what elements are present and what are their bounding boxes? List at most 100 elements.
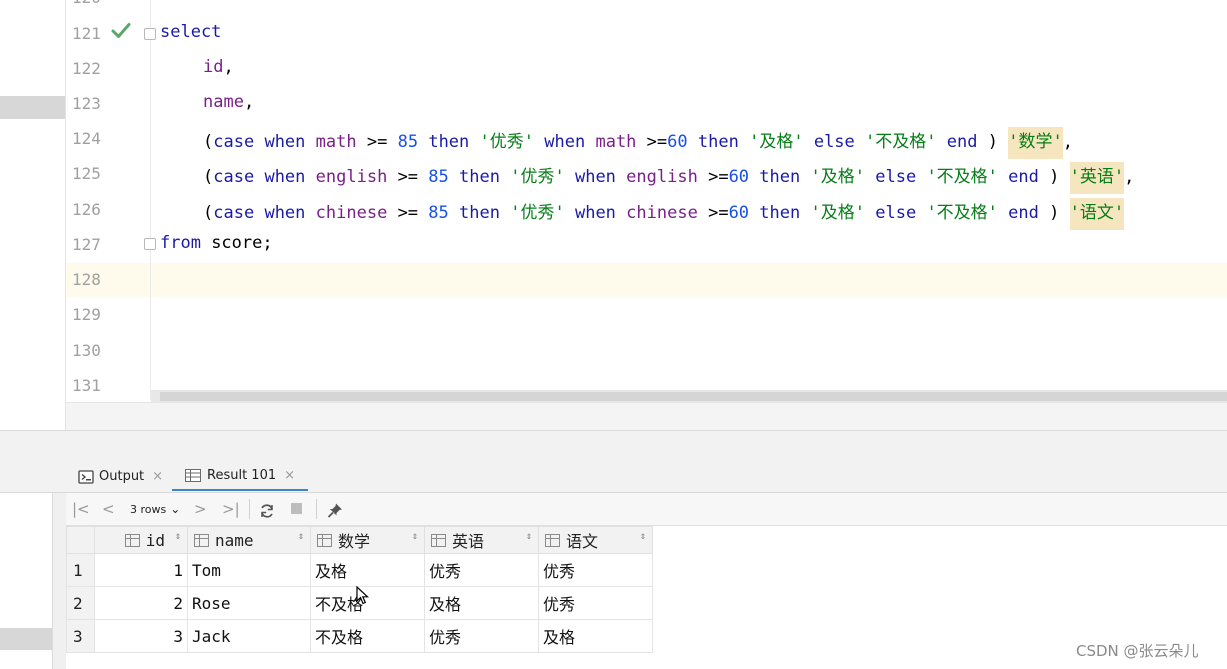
mouse-cursor-icon	[356, 586, 370, 605]
number: 60	[667, 132, 688, 152]
cell-english[interactable]: 及格	[424, 586, 539, 620]
code-line-125: (case when english >= 85 then '优秀' when …	[203, 162, 1135, 194]
close-icon[interactable]: ×	[284, 468, 295, 483]
column-header-chinese[interactable]: 语文 ⇕	[538, 526, 653, 554]
prev-page-button[interactable]: <	[102, 499, 115, 519]
keyword: end	[1008, 167, 1039, 187]
column-header-name[interactable]: name ⇕	[187, 526, 311, 554]
keyword: case	[213, 167, 255, 187]
code-line-124: (case when math >= 85 then '优秀' when mat…	[203, 127, 1073, 159]
table-row[interactable]: 1 1 Tom 及格 优秀 优秀	[66, 553, 653, 587]
column-header-english[interactable]: 英语 ⇕	[424, 526, 539, 554]
pin-icon[interactable]	[327, 500, 344, 520]
string: '及格'	[810, 167, 865, 187]
cell-chinese[interactable]: 及格	[538, 619, 653, 653]
vertical-splitter[interactable]	[52, 493, 66, 669]
line-number: 128	[72, 270, 101, 289]
cell-name[interactable]: Tom	[187, 553, 311, 587]
cell-name[interactable]: Jack	[187, 619, 311, 653]
column-icon	[545, 533, 560, 547]
cell-chinese[interactable]: 优秀	[538, 586, 653, 620]
field: english	[315, 167, 388, 187]
sort-icon[interactable]: ⇕	[412, 531, 418, 542]
line-number: 123	[72, 94, 101, 113]
line-number: 126	[72, 200, 101, 219]
keyword: when	[544, 132, 586, 152]
first-page-button[interactable]: |<	[72, 499, 90, 519]
keyword: then	[697, 132, 739, 152]
number: 85	[397, 132, 419, 152]
cell-chinese[interactable]: 优秀	[538, 553, 653, 587]
fold-toggle-icon[interactable]	[144, 28, 156, 40]
result-toolbar: |< < 3 rows ⌄ > >|	[66, 493, 1227, 526]
console-icon	[78, 469, 94, 484]
column-name: id	[145, 530, 165, 550]
cell-id[interactable]: 3	[94, 619, 188, 653]
keyword: else	[875, 203, 917, 223]
table-row[interactable]: 3 3 Jack 不及格 优秀 及格	[66, 619, 653, 653]
field: english	[626, 167, 698, 187]
cell-name[interactable]: Rose	[187, 586, 311, 620]
cell-english[interactable]: 优秀	[424, 619, 539, 653]
paren: (	[203, 203, 214, 223]
number: 85	[428, 203, 449, 223]
field: math	[595, 132, 637, 152]
cell-id[interactable]: 2	[94, 586, 188, 620]
keyword: from	[160, 233, 201, 253]
left-selection-highlight	[0, 628, 52, 650]
table-icon	[185, 469, 201, 482]
header-row: id ⇕ name ⇕ 数学 ⇕ 英语 ⇕ 语文 ⇕	[66, 526, 653, 554]
last-page-button[interactable]: >|	[222, 499, 240, 519]
row-number[interactable]: 1	[66, 553, 95, 587]
check-icon[interactable]	[110, 20, 132, 42]
string: '不及格'	[926, 167, 998, 187]
keyword: when	[574, 203, 616, 223]
line-number: 124	[72, 129, 101, 148]
chevron-down-icon: ⌄	[170, 502, 181, 516]
column-header-id[interactable]: id ⇕	[94, 526, 188, 554]
string: '及格'	[810, 203, 865, 223]
keyword: when	[264, 167, 306, 187]
fold-toggle-icon[interactable]	[144, 238, 156, 250]
sort-icon[interactable]: ⇕	[298, 531, 304, 542]
keyword: then	[759, 167, 801, 187]
tab-output[interactable]: Output ×	[78, 462, 163, 491]
column-icon	[317, 533, 332, 547]
column-name: name	[215, 530, 254, 550]
punct: ,	[1062, 132, 1073, 152]
left-selection-highlight	[0, 96, 65, 119]
rows-label: 3 rows	[130, 502, 167, 516]
sort-icon[interactable]: ⇕	[526, 531, 532, 542]
number: 60	[728, 203, 750, 223]
cell-english[interactable]: 优秀	[424, 553, 539, 587]
cell-math[interactable]: 及格	[310, 553, 425, 587]
close-icon[interactable]: ×	[152, 469, 163, 484]
sort-icon[interactable]: ⇕	[640, 531, 646, 542]
string: '不及格'	[926, 203, 998, 223]
row-number[interactable]: 3	[66, 619, 95, 653]
scrollbar-thumb[interactable]	[160, 392, 1227, 401]
panel-splitter[interactable]	[0, 430, 1227, 463]
toolbar-separator	[316, 499, 317, 519]
sql-editor[interactable]: 120 121 122 123 124 125 126 127 128 129 …	[66, 0, 1227, 431]
line-number: 127	[72, 235, 101, 254]
paren: (	[203, 167, 214, 187]
row-number[interactable]: 2	[66, 586, 95, 620]
cell-id[interactable]: 1	[94, 553, 188, 587]
next-page-button[interactable]: >	[194, 499, 207, 519]
stop-icon[interactable]	[291, 503, 302, 514]
column-header-math[interactable]: 数学 ⇕	[310, 526, 425, 554]
punct: ,	[243, 92, 255, 112]
line-number: 130	[72, 341, 101, 360]
column-icon	[431, 533, 446, 547]
line-number: 125	[72, 164, 101, 183]
keyword: then	[459, 167, 500, 187]
refresh-icon[interactable]	[259, 501, 275, 521]
sort-icon[interactable]: ⇕	[175, 531, 181, 542]
operator: >=	[366, 132, 388, 152]
column-icon	[124, 533, 140, 547]
cell-math[interactable]: 不及格	[310, 619, 425, 653]
punct: ,	[1124, 167, 1135, 187]
rows-dropdown[interactable]: 3 rows ⌄	[130, 499, 180, 519]
tab-result[interactable]: Result 101 ×	[172, 462, 309, 491]
